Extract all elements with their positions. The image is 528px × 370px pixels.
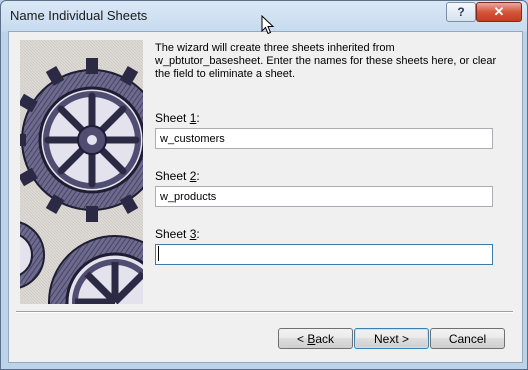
sheet-1-label: Sheet 1: xyxy=(155,111,200,125)
dialog-content: The wizard will create three sheets inhe… xyxy=(8,31,523,363)
sheet-3-label-prefix: Sheet xyxy=(155,227,190,241)
intro-text: The wizard will create three sheets inhe… xyxy=(155,42,497,80)
mouse-pointer-icon xyxy=(261,15,275,35)
dialog-window: Name Individual Sheets ? ✕ The wizard wi… xyxy=(0,0,528,370)
back-button-prefix: < xyxy=(296,331,308,346)
sheet-2-input[interactable] xyxy=(155,186,493,207)
next-button[interactable]: Next > xyxy=(354,328,429,349)
gears-icon xyxy=(20,40,143,304)
sheet-2-label-suffix: : xyxy=(196,169,200,183)
back-button-rest: ack xyxy=(315,331,335,346)
sheet-1-label-prefix: Sheet xyxy=(155,111,190,125)
close-button[interactable]: ✕ xyxy=(476,2,522,22)
sheet-1-input[interactable] xyxy=(155,128,493,149)
sheet-3-label: Sheet 3: xyxy=(155,227,200,241)
divider xyxy=(16,311,513,313)
sheet-1-label-suffix: : xyxy=(196,111,200,125)
sheet-2-label: Sheet 2: xyxy=(155,169,200,183)
help-button[interactable]: ? xyxy=(446,2,476,22)
text-caret xyxy=(158,246,159,261)
window-title: Name Individual Sheets xyxy=(10,8,148,23)
cancel-button[interactable]: Cancel xyxy=(430,328,505,349)
sheet-3-input[interactable] xyxy=(155,244,493,265)
sheet-2-label-prefix: Sheet xyxy=(155,169,190,183)
back-button[interactable]: < Back xyxy=(278,328,353,349)
sheet-3-label-suffix: : xyxy=(196,227,200,241)
gears-illustration xyxy=(20,40,143,304)
